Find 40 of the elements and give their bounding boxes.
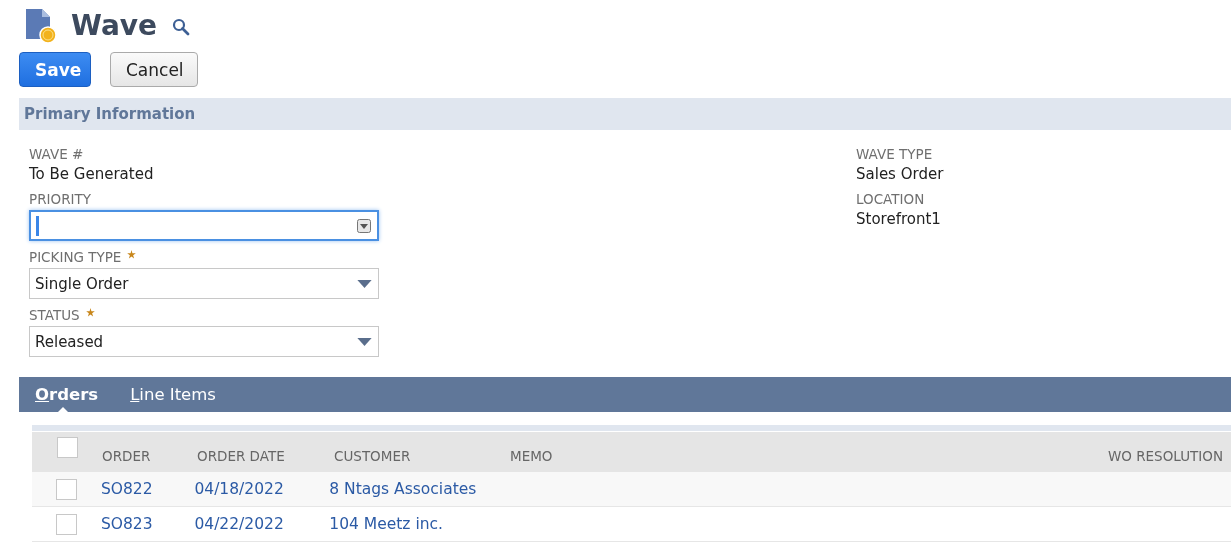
dropdown-field[interactable]: Single Order — [29, 268, 379, 299]
required-icon — [85, 307, 95, 317]
tab-pointer — [57, 406, 69, 413]
column-header: MEMO — [510, 448, 553, 464]
dropdown-icon[interactable] — [357, 218, 371, 233]
table-link[interactable]: 104 Meetz inc. — [329, 515, 443, 533]
input-field[interactable] — [29, 210, 379, 241]
table-link[interactable]: 04/18/2022 — [194, 480, 284, 498]
caret-icon — [357, 279, 372, 288]
tab[interactable]: Line Items — [130, 383, 216, 406]
tab[interactable]: Orders — [35, 383, 99, 406]
page-title: Wave — [71, 8, 158, 42]
field-value: Storefront1 — [856, 210, 941, 228]
field-label: WAVE TYPE — [856, 146, 933, 162]
table-link[interactable]: SO823 — [100, 515, 153, 533]
search-icon[interactable] — [172, 18, 191, 36]
column-header: ORDER — [102, 448, 151, 464]
section-title: Primary Information — [24, 105, 196, 123]
column-header: WO RESOLUTION — [1107, 448, 1223, 464]
field-label: WAVE # — [29, 146, 84, 162]
document-coin-icon — [24, 9, 58, 45]
dropdown-field[interactable]: Released — [29, 326, 379, 357]
checkbox[interactable] — [55, 513, 77, 535]
save-button[interactable]: Save — [19, 52, 91, 87]
field-value: To Be Generated — [29, 165, 154, 183]
table-link[interactable]: 8 Ntags Associates — [329, 480, 477, 498]
table-link[interactable]: SO822 — [100, 480, 153, 498]
field-value: Sales Order — [856, 165, 944, 183]
field-label: STATUS — [29, 307, 80, 323]
field-label: PRIORITY — [29, 191, 91, 207]
field-label: PICKING TYPE — [29, 249, 122, 265]
field-label: LOCATION — [856, 191, 925, 207]
cancel-button[interactable]: Cancel — [110, 52, 198, 87]
caret-icon — [357, 337, 372, 346]
column-header: ORDER DATE — [197, 448, 285, 464]
column-header: CUSTOMER — [334, 448, 411, 464]
table-link[interactable]: 04/22/2022 — [194, 515, 284, 533]
checkbox[interactable] — [56, 436, 78, 458]
required-icon — [127, 249, 137, 259]
checkbox[interactable] — [55, 478, 77, 500]
